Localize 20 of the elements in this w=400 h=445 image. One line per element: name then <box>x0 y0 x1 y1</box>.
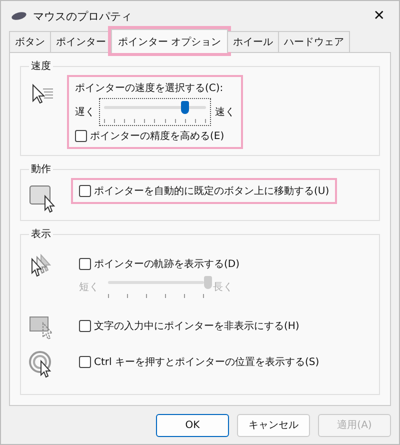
tab[interactable]: ポインター オプション <box>111 29 228 53</box>
long-label: 長く <box>213 281 233 294</box>
group-title: 速度 <box>30 60 52 73</box>
mouse-icon <box>11 11 27 21</box>
window-title: マウスのプロパティ <box>33 8 133 24</box>
checkbox[interactable]: ポインターの精度を高める(E) <box>75 129 235 143</box>
checkbox-label: ポインターの精度を高める(E) <box>90 130 224 143</box>
dialog-button[interactable]: キャンセル <box>237 414 310 436</box>
group-title: 表示 <box>30 228 52 241</box>
dialog-button[interactable]: OK <box>156 414 229 436</box>
speed-slider[interactable] <box>99 98 211 126</box>
tab[interactable]: ボタン <box>9 31 51 52</box>
short-label: 短く <box>79 281 99 294</box>
tab[interactable]: ホイール <box>227 31 280 52</box>
slider-label: ポインターの速度を選択する(C): <box>75 82 224 95</box>
tab[interactable]: ハードウェア <box>278 31 350 52</box>
fast-label: 速く <box>215 106 235 119</box>
slow-label: 遅く <box>75 106 95 119</box>
group-title: 動作 <box>30 163 52 176</box>
close-button[interactable]: ✕ <box>367 6 391 26</box>
